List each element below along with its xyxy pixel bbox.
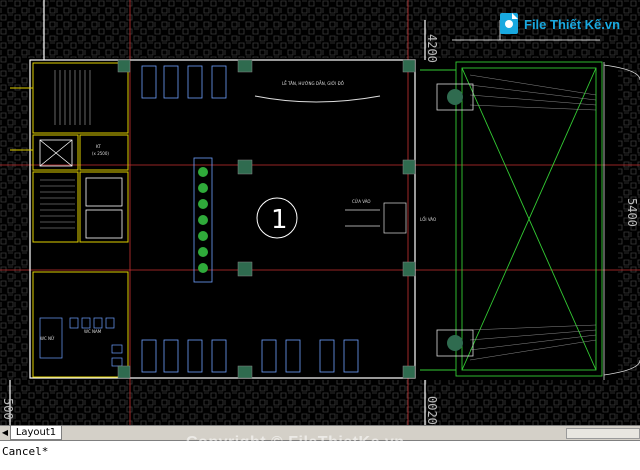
wc-men-label: WC NAM [84, 329, 102, 334]
horizontal-scrollbar[interactable] [566, 428, 640, 439]
logo-text: File Thiết Kế.vn [524, 17, 621, 32]
entrance-label: CỬA VÀO [352, 199, 371, 204]
elevator-sub-label: (x 2500) [92, 151, 109, 156]
command-line-text: Cancel* [2, 445, 49, 458]
copyright-watermark: Copyright © FileThietKe.vn [186, 434, 405, 451]
site-logo: File Thiết Kế.vn [498, 10, 620, 38]
dimension-bottom-right: 0020 [425, 396, 439, 425]
dimension-top: 4200 [425, 34, 439, 63]
tab-layout1[interactable]: Layout1 [10, 426, 62, 440]
wc-women-label: WC NỮ [40, 336, 55, 341]
tab-scroll-left-icon[interactable]: ◀ [0, 426, 10, 439]
dimension-right: 5400 [625, 198, 639, 227]
lobby-heading: LỄ TÂN, HƯỚNG DẪN, GIỚI ĐỒ [282, 81, 344, 86]
cad-drawing-canvas[interactable]: KT (x 2500) WC NỮ WC NAM LỄ TÂN, HƯỚNG D [0, 0, 640, 425]
logo-icon [500, 13, 518, 34]
room-number: 1 [271, 205, 288, 235]
exit-label: LỐI VÀO [420, 217, 436, 222]
building-floor-area [28, 58, 618, 380]
elevator-label: KT [96, 144, 101, 149]
dimension-bottom-left: 500 [1, 398, 15, 420]
